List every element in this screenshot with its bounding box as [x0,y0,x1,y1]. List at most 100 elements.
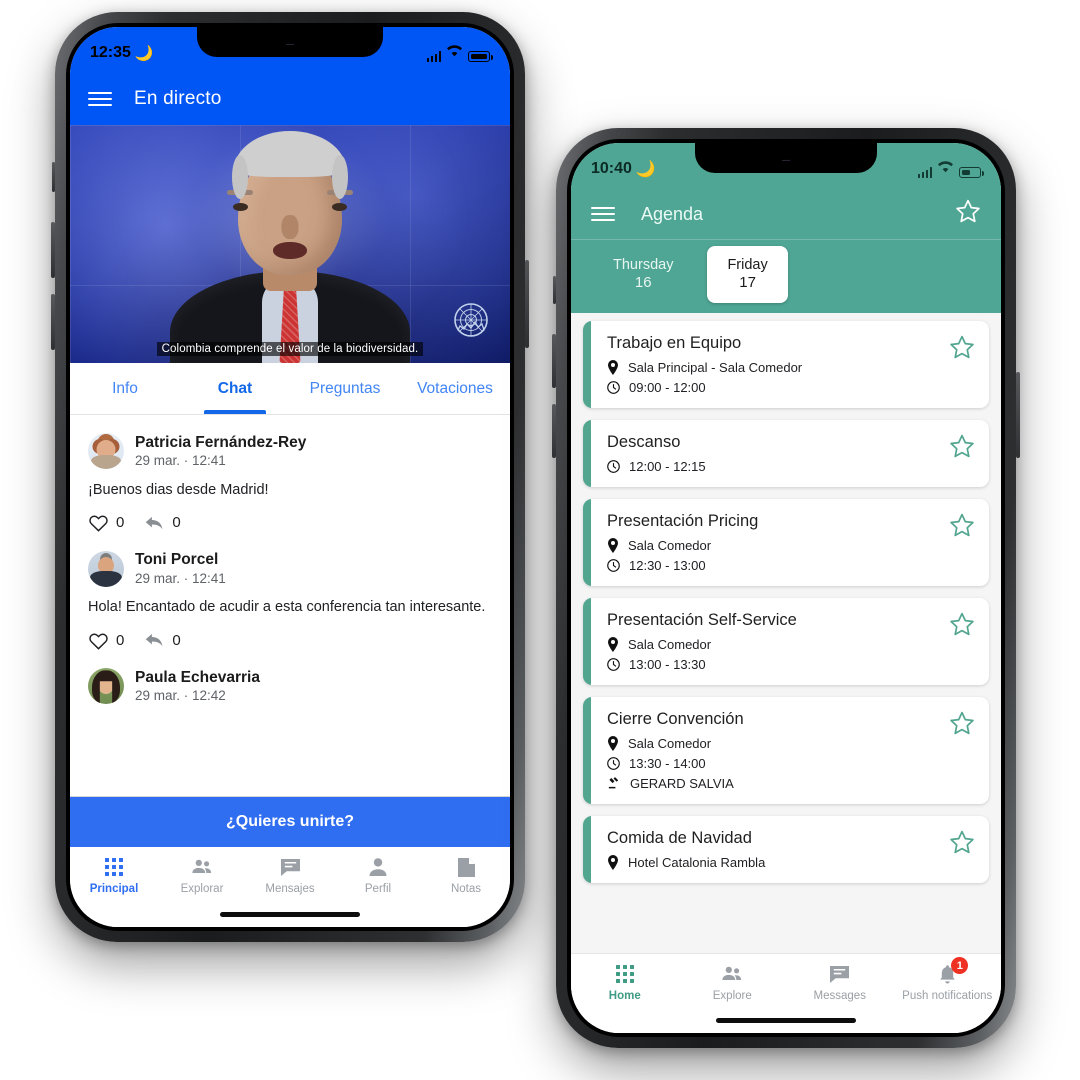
people-icon [721,963,743,985]
tab-preguntas[interactable]: Preguntas [290,363,400,414]
status-time: 12:35 [90,44,131,61]
bell-icon: 1 [936,957,969,985]
chat-message-header: Toni Porcel 29 mar. · 12:41 [88,550,492,587]
nav-label: Explore [712,990,752,1002]
live-video-player[interactable]: Colombia comprende el valor de la biodiv… [70,125,510,363]
nav-label: Notas [450,883,482,895]
hamburger-menu-icon[interactable] [591,207,615,221]
clock-icon [607,381,620,394]
chat-author-name: Paula Echevarria [135,668,260,686]
agenda-event-card[interactable]: Presentación Self-Service Sala Comedor 1… [583,597,989,685]
event-accent-bar [583,498,591,586]
agenda-event-list[interactable]: Trabajo en Equipo Sala Principal - Sala … [571,312,1001,953]
chat-author-name: Patricia Fernández-Rey [135,434,307,451]
tab-votaciones[interactable]: Votaciones [400,363,510,414]
nav-item-principal[interactable]: Principal [70,856,158,895]
screen-agenda: ⚊ 10:40 🌙 Agenda Thursday 16 Friday 17 T… [571,143,1001,1033]
day-selector: Thursday 16 Friday 17 [571,239,1001,313]
favorite-star-icon[interactable] [949,420,989,487]
star-outline-icon[interactable] [955,199,981,229]
event-accent-bar [583,696,591,804]
like-button[interactable]: 0 [88,631,124,650]
nav-item-messages[interactable]: Messages [786,963,894,1002]
favorite-star-icon[interactable] [949,598,989,685]
day-tab-friday[interactable]: Friday 17 [707,246,788,303]
nav-label: Perfil [364,883,392,895]
chat-message-text: ¡Buenos dias desde Madrid! [88,481,269,498]
volume-down-button[interactable] [51,294,55,350]
avatar [88,550,124,587]
event-speaker: GERARD SALVIA [630,775,734,791]
heart-icon [89,633,108,650]
event-title: Presentación Self-Service [607,610,797,629]
hamburger-menu-icon[interactable] [88,92,112,106]
favorite-star-icon[interactable] [949,816,989,883]
event-location: Sala Principal - Sala Comedor [628,359,803,375]
home-indicator[interactable] [571,1007,1001,1033]
cellular-signal-icon [917,167,932,178]
un-emblem-icon [448,297,494,343]
chat-message-actions: 0 0 [88,513,492,533]
event-location: Sala Comedor [628,636,712,652]
event-location: Sala Comedor [628,735,712,751]
battery-icon [959,167,984,178]
avatar [88,668,124,705]
location-pin-icon [608,854,618,870]
event-accent-bar [583,597,591,685]
like-count: 0 [116,514,125,532]
reply-button[interactable]: 0 [144,631,181,649]
nav-item-explore[interactable]: Explore [679,963,787,1002]
nav-item-push-notifications[interactable]: 1 Push notifications [894,957,1002,1002]
location-pin-icon [608,636,618,652]
app-bar-live: En directo [70,73,510,125]
nav-item-home[interactable]: Home [571,963,679,1002]
nav-item-mensajes[interactable]: Mensajes [246,856,334,895]
mute-switch[interactable] [52,162,55,192]
chat-timestamp: 29 mar. · 12:42 [135,688,226,704]
reply-arrow-icon [146,516,163,530]
agenda-event-card[interactable]: Trabajo en Equipo Sala Principal - Sala … [583,320,989,408]
reply-button[interactable]: 0 [144,514,181,532]
reply-count: 0 [172,514,181,532]
volume-up-button[interactable] [552,334,556,388]
agenda-event-card[interactable]: Descanso 12:00 - 12:15 [583,419,989,487]
event-time-row: 12:00 - 12:15 [607,459,935,474]
phone-bezel-live: ⚊ 12:35 🌙 En directo Colombia comprende … [66,23,514,931]
location-pin-icon [608,359,618,375]
crescent-moon-icon: 🌙 [134,45,154,62]
power-button[interactable] [1016,372,1020,458]
agenda-event-card[interactable]: Cierre Convención Sala Comedor 13:30 - 1… [583,696,989,804]
nav-label: Mensajes [265,883,315,895]
join-button[interactable]: ¿Quieres unirte? [70,796,510,847]
mute-switch[interactable] [553,276,556,304]
favorite-star-icon[interactable] [949,697,989,804]
chat-message-list[interactable]: Patricia Fernández-Rey 29 mar. · 12:41 ¡… [70,415,510,796]
tab-chat[interactable]: Chat [180,363,290,414]
chat-message-actions: 0 0 [88,631,492,650]
volume-up-button[interactable] [51,222,55,278]
day-tab-thursday[interactable]: Thursday 16 [593,246,693,303]
like-button[interactable]: 0 [88,513,125,533]
phone-device-live: ⚊ 12:35 🌙 En directo Colombia comprende … [51,12,529,942]
favorite-star-icon[interactable] [949,321,989,408]
nav-item-explorar[interactable]: Explorar [158,856,246,895]
like-count: 0 [116,631,125,649]
phone-device-agenda: ⚊ 10:40 🌙 Agenda Thursday 16 Friday 17 T… [552,128,1020,1048]
event-time-row: 12:30 - 13:00 [607,558,935,573]
location-pin-icon [608,735,618,751]
favorite-star-icon[interactable] [949,499,989,586]
nav-item-perfil[interactable]: Perfil [334,856,422,895]
power-button[interactable] [525,260,529,348]
volume-down-button[interactable] [552,404,556,458]
avatar [88,433,124,470]
agenda-event-card[interactable]: Presentación Pricing Sala Comedor 12:30 … [583,498,989,586]
notification-badge: 1 [951,957,969,974]
chat-bubble-icon [279,856,301,878]
chat-bubble-icon [829,963,851,985]
agenda-event-card[interactable]: Comida de Navidad Hotel Catalonia Rambla [583,815,989,883]
home-indicator[interactable] [70,901,510,927]
app-bar-agenda: Agenda [571,189,1001,239]
nav-item-notas[interactable]: Notas [422,856,510,895]
tab-info[interactable]: Info [70,363,180,414]
battery-icon [468,51,493,62]
